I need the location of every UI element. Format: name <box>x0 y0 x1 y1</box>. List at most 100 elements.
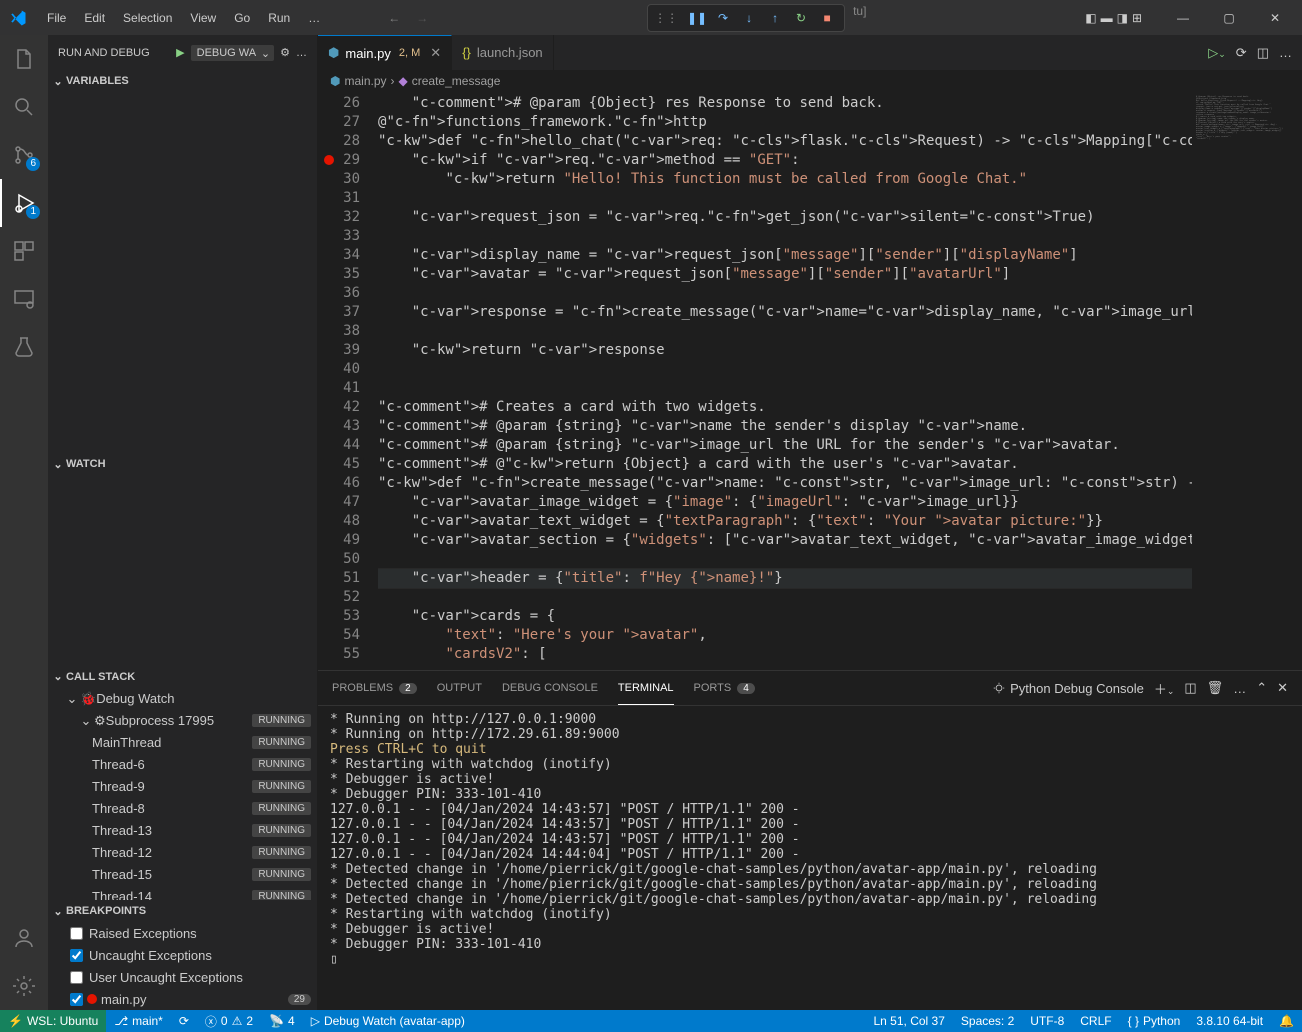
eol-status[interactable]: CRLF <box>1072 1014 1119 1028</box>
new-terminal-icon[interactable]: ＋⌄ <box>1154 679 1175 698</box>
remote-explorer-icon[interactable] <box>0 275 48 323</box>
callstack-row[interactable]: Thread-8RUNNING <box>48 798 317 820</box>
debug-step-out-icon[interactable]: ↑ <box>764 7 786 29</box>
extensions-icon[interactable] <box>0 227 48 275</box>
code-line[interactable]: "c-kw">if "c-var">req."c-var">method == … <box>378 151 1192 170</box>
code-line[interactable]: @"c-fn">functions_framework."c-fn">http <box>378 113 1192 132</box>
code-line[interactable]: "cardsV2": [ <box>378 645 1192 664</box>
debug-alt-icon[interactable]: ⟳ <box>1236 45 1247 61</box>
remote-indicator[interactable]: ⚡ WSL: Ubuntu <box>0 1010 106 1032</box>
code-line[interactable]: "c-comment"># @param {Object} res Respon… <box>378 94 1192 113</box>
editor-more-icon[interactable]: … <box>1279 45 1292 60</box>
debug-step-over-icon[interactable]: ↷ <box>712 7 734 29</box>
debug-stop-icon[interactable]: ■ <box>816 7 838 29</box>
code-line[interactable]: "c-kw">def "c-fn">create_message("c-var"… <box>378 474 1192 493</box>
variables-header[interactable]: ⌄VARIABLES <box>48 70 317 92</box>
callstack-row[interactable]: Thread-14RUNNING <box>48 886 317 900</box>
panel-more-icon[interactable]: … <box>1233 681 1246 696</box>
debug-pause-icon[interactable]: ❚❚ <box>686 7 708 29</box>
code-line[interactable]: "c-comment"># @param {string} "c-var">im… <box>378 436 1192 455</box>
menu-selection[interactable]: Selection <box>115 7 180 29</box>
terminal-body[interactable]: * Running on http://127.0.0.1:9000 * Run… <box>318 706 1302 1010</box>
layout-customize-icon[interactable]: ⊞ <box>1132 11 1142 25</box>
menu-edit[interactable]: Edit <box>76 7 113 29</box>
code-line[interactable] <box>378 227 1192 246</box>
more-icon[interactable]: … <box>296 47 307 59</box>
panel-tab-debug console[interactable]: DEBUG CONSOLE <box>502 671 598 705</box>
code-line[interactable]: "c-kw">return "Hello! This function must… <box>378 170 1192 189</box>
code-line[interactable]: "c-var">header = {"title": f"Hey {">name… <box>378 569 1192 588</box>
callstack-row[interactable]: ⌄🐞 Debug Watch <box>48 688 317 710</box>
code-line[interactable] <box>378 189 1192 208</box>
panel-tab-problems[interactable]: PROBLEMS2 <box>332 671 417 705</box>
code-line[interactable]: "c-var">request_json = "c-var">req."c-fn… <box>378 208 1192 227</box>
layout-panel-icon[interactable]: ▬ <box>1101 11 1113 25</box>
breakpoint-checkbox[interactable] <box>70 949 83 962</box>
breakpoints-header[interactable]: ⌄BREAKPOINTS <box>48 900 317 922</box>
breakpoint-checkbox[interactable] <box>70 971 83 984</box>
code-line[interactable]: "c-var">avatar_section = {"widgets": ["c… <box>378 531 1192 550</box>
code-editor[interactable]: 2627282930313233343536373839404142434445… <box>318 92 1302 670</box>
window-maximize-icon[interactable]: ▢ <box>1206 0 1252 35</box>
breakpoint-file-checkbox[interactable] <box>70 993 83 1006</box>
debug-step-into-icon[interactable]: ↓ <box>738 7 760 29</box>
code-line[interactable]: "c-kw">def "c-fn">hello_chat("c-var">req… <box>378 132 1192 151</box>
breakpoint-option[interactable]: Raised Exceptions <box>48 922 317 944</box>
panel-tab-ports[interactable]: PORTS4 <box>694 671 755 705</box>
callstack-row[interactable]: MainThreadRUNNING <box>48 732 317 754</box>
panel-tab-output[interactable]: OUTPUT <box>437 671 482 705</box>
code-line[interactable] <box>378 550 1192 569</box>
callstack-header[interactable]: ⌄CALL STACK <box>48 666 317 688</box>
code-line[interactable]: "text": "Here's your ">avatar", <box>378 626 1192 645</box>
menu-view[interactable]: View <box>182 7 224 29</box>
breadcrumbs[interactable]: ⬢ main.py › ◆ create_message <box>318 70 1302 92</box>
editor-tab[interactable]: {}launch.json <box>452 35 553 70</box>
watch-header[interactable]: ⌄WATCH <box>48 453 317 475</box>
kill-terminal-icon[interactable]: 🗑 <box>1207 680 1224 696</box>
git-branch[interactable]: ⎇main* <box>106 1010 171 1032</box>
split-editor-icon[interactable]: ◫ <box>1257 45 1269 61</box>
minimap[interactable]: # @param {Object} res Response to send b… <box>1192 92 1302 670</box>
layout-sidebar-icon[interactable]: ◧ <box>1085 11 1096 25</box>
run-debug-icon[interactable]: 1 <box>0 179 48 227</box>
testing-icon[interactable] <box>0 323 48 371</box>
code-line[interactable] <box>378 284 1192 303</box>
scm-icon[interactable]: 6 <box>0 131 48 179</box>
code-line[interactable]: "c-comment"># Creates a card with two wi… <box>378 398 1192 417</box>
menu-go[interactable]: Go <box>226 7 258 29</box>
close-tab-icon[interactable]: ✕ <box>430 45 441 61</box>
code-line[interactable]: "c-var">avatar = "c-var">request_json["m… <box>378 265 1192 284</box>
terminal-profile-label[interactable]: Python Debug Console <box>992 681 1144 696</box>
layout-sidebar-right-icon[interactable]: ◨ <box>1117 11 1128 25</box>
indentation-status[interactable]: Spaces: 2 <box>953 1014 1022 1028</box>
python-interpreter[interactable]: 3.8.10 64-bit <box>1188 1014 1271 1028</box>
code-line[interactable]: "c-comment"># @"c-kw">return {Object} a … <box>378 455 1192 474</box>
notifications-icon[interactable]: 🔔 <box>1271 1014 1302 1028</box>
ports-status[interactable]: 📡4 <box>261 1010 303 1032</box>
debug-restart-icon[interactable]: ↻ <box>790 7 812 29</box>
window-close-icon[interactable]: ✕ <box>1252 0 1298 35</box>
panel-tab-terminal[interactable]: TERMINAL <box>618 671 674 705</box>
debug-floating-toolbar[interactable]: ⋮⋮ ❚❚ ↷ ↓ ↑ ↻ ■ <box>647 4 845 32</box>
callstack-row[interactable]: Thread-12RUNNING <box>48 842 317 864</box>
window-minimize-icon[interactable]: — <box>1160 0 1206 35</box>
menu-run[interactable]: Run <box>260 7 298 29</box>
breakpoint-option[interactable]: User Uncaught Exceptions <box>48 966 317 988</box>
search-icon[interactable] <box>0 83 48 131</box>
code-line[interactable]: "c-var">response = "c-fn">create_message… <box>378 303 1192 322</box>
code-line[interactable]: "c-comment"># @param {string} "c-var">na… <box>378 417 1192 436</box>
split-terminal-icon[interactable]: ◫ <box>1184 680 1196 696</box>
editor-tab[interactable]: ⬢main.py2, M✕ <box>318 35 452 70</box>
explorer-icon[interactable] <box>0 35 48 83</box>
run-play-icon[interactable]: ▷⌄ <box>1208 45 1226 61</box>
code-line[interactable] <box>378 588 1192 607</box>
breakpoint-glyph[interactable] <box>324 155 334 165</box>
encoding-status[interactable]: UTF-8 <box>1022 1014 1072 1028</box>
code-line[interactable]: "c-var">cards = { <box>378 607 1192 626</box>
code-line[interactable] <box>378 360 1192 379</box>
settings-gear-icon[interactable] <box>0 962 48 1010</box>
nav-back-icon[interactable]: ← <box>388 11 400 25</box>
callstack-row[interactable]: Thread-6RUNNING <box>48 754 317 776</box>
code-line[interactable] <box>378 322 1192 341</box>
language-status[interactable]: { } Python <box>1120 1014 1189 1028</box>
